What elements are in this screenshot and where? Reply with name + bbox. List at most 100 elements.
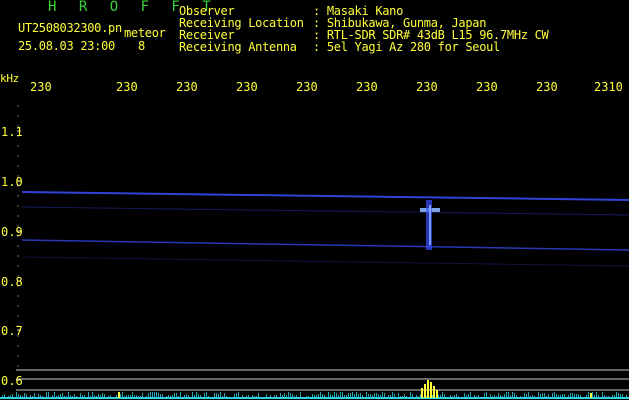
level-bar [622,394,623,398]
level-bar [346,395,347,398]
level-bar [396,397,397,398]
level-bar [360,393,361,398]
level-bar [374,393,375,398]
level-bar [336,393,337,398]
level-bar [558,395,559,398]
level-bar [482,397,483,398]
level-bar [62,393,63,398]
level-bar [24,393,25,398]
level-bar [36,397,37,398]
level-bar [114,397,115,398]
level-bar [44,397,45,398]
level-bar [122,392,123,398]
level-bar [420,394,421,398]
level-bar [596,392,597,398]
level-bar [206,392,207,398]
level-bar [284,393,285,398]
level-bar [520,396,521,398]
level-bar [340,392,341,398]
level-bar [256,396,257,398]
level-bar [264,397,265,398]
level-bar [210,397,211,398]
level-bar [10,395,11,398]
level-bar [282,395,283,398]
level-bar [350,393,351,398]
level-bar [462,397,463,398]
level-bar [494,395,495,398]
level-bar [260,397,261,398]
x-tick-label: 2310 [594,80,623,94]
level-bar [120,394,121,398]
level-bar [276,395,277,398]
x-tick-label: 230 [356,80,378,94]
level-bar [358,394,359,398]
level-bar [20,395,21,398]
level-bar [484,393,485,398]
level-bar [314,395,315,398]
level-bar [352,392,353,398]
level-bar [402,396,403,398]
level-bar [14,397,15,398]
y-tick-label: 1.1 [1,125,23,139]
level-bar [548,394,549,398]
level-bar [562,394,563,398]
x-tick-labels: 230 230 230 230 230 230 230 230 230 2310 [30,80,623,94]
level-bar [262,397,263,398]
level-bar [334,392,335,398]
level-bar [280,393,281,398]
level-bar [196,392,197,398]
level-bar [188,395,189,398]
level-bar [270,395,271,398]
level-bar [170,396,171,398]
level-bar [230,397,231,398]
spectrogram-plot: 230 230 230 230 230 230 230 230 230 2310 1.1 1.0 0.… [0,80,629,399]
level-bar [356,392,357,398]
level-bar [198,394,199,398]
level-bar [376,393,377,398]
level-bar [42,396,43,398]
y-tick-label: 0.7 [1,324,23,338]
level-bar [216,393,217,398]
level-bar [174,393,175,398]
level-bar [316,395,317,398]
level-bar [240,397,241,398]
level-bar [110,395,111,398]
image-filename: UT2508032300.pn [18,21,122,35]
signal-level-bars [0,380,629,399]
level-bar [392,392,393,398]
level-bar [172,395,173,398]
level-bar [572,393,573,398]
level-bar [96,396,97,398]
level-bar [56,396,57,398]
level-bar [514,393,515,398]
level-bar [448,397,449,398]
level-bar [488,397,489,398]
level-bar [58,395,59,398]
level-bar [510,395,511,398]
level-bar [432,395,433,398]
level-bar [290,393,291,398]
level-bar [46,392,47,398]
level-bar [72,396,73,398]
level-bar [208,396,209,398]
level-bar [194,395,195,398]
level-bar [588,392,589,398]
level-bar [556,394,557,398]
level-bar [294,396,295,398]
level-bar [76,396,77,398]
level-bar [612,395,613,398]
level-bar [512,392,513,398]
level-bar [384,393,385,398]
level-bar [80,393,81,398]
x-tick-label: 230 [176,80,198,94]
level-bar [6,397,7,398]
x-tick-label: 230 [536,80,558,94]
level-bar [574,394,575,398]
level-bar [18,394,19,398]
level-bar [390,395,391,398]
level-bar [306,396,307,398]
level-bar [626,395,627,398]
level-bar [388,395,389,398]
level-bar [258,393,259,398]
level-bar [442,392,443,398]
